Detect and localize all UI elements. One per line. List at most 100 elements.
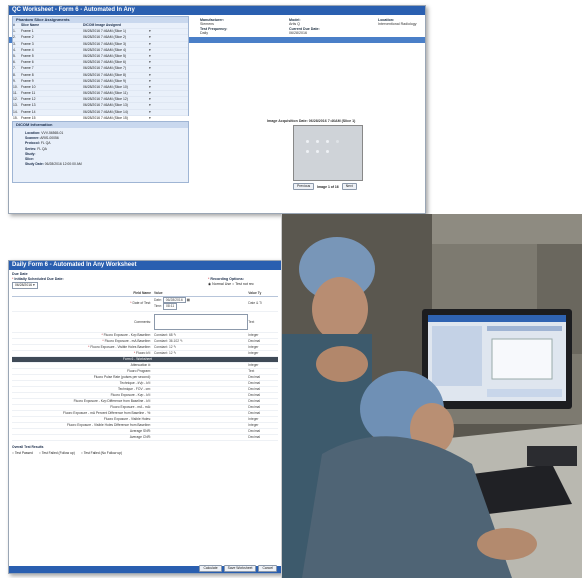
field-label: Average CNR: — [129, 434, 151, 439]
edit-icon[interactable]: ✎ — [173, 345, 177, 349]
meta-field: Location: Interventional Radiology — [378, 18, 425, 27]
save-worksheet-button[interactable]: Save Worksheet — [223, 565, 257, 572]
field-input[interactable] — [154, 399, 248, 404]
slice-number: 3. — [13, 41, 16, 46]
field-value: Constant: 12 ✎ — [154, 345, 248, 350]
dicom-value: FL QA — [40, 141, 51, 146]
slice-image-select[interactable]: 06/28/2016 7:46AM (Slice 4) — [83, 48, 149, 53]
slice-image-select[interactable]: 06/28/2016 7:46AM (Slice 2) — [83, 35, 149, 40]
cancel-button[interactable]: Cancel — [258, 565, 277, 572]
chevron-down-icon[interactable]: ▾ — [149, 91, 159, 96]
chevron-down-icon[interactable]: ▾ — [149, 54, 159, 59]
comments-label: Comments: — [134, 319, 151, 324]
col-number: # — [13, 23, 15, 27]
field-input[interactable] — [154, 381, 248, 386]
field-input[interactable] — [154, 363, 248, 368]
comments-type: Text — [248, 319, 255, 324]
constant-value: Constant: 68 — [153, 332, 173, 337]
field-type: Decimal — [248, 404, 261, 409]
due-date-select[interactable]: 06/28/2016 ▾ — [12, 282, 38, 289]
phantom-hole — [306, 150, 309, 153]
field-input[interactable] — [154, 423, 248, 428]
chevron-down-icon[interactable]: ▾ — [149, 66, 159, 71]
slice-number: 11. — [13, 91, 18, 96]
field-name: * Fluoro Exposure - mA Baseline: — [12, 339, 154, 344]
edit-icon[interactable]: ✎ — [179, 339, 183, 343]
chevron-down-icon[interactable]: ▾ — [149, 97, 159, 102]
phantom-hole — [316, 140, 319, 143]
chevron-down-icon[interactable]: ▾ — [149, 79, 159, 84]
slice-number: 10. — [13, 84, 18, 89]
field-type: Integer — [248, 362, 259, 367]
result-option[interactable]: ○ Test Failed (Follow up) — [39, 451, 75, 455]
slice-image-select[interactable]: 06/28/2016 7:46AM (Slice 1) — [83, 29, 149, 34]
rec-normal-radio[interactable]: ◉ — [208, 282, 211, 286]
field-input[interactable] — [154, 369, 248, 374]
slice-assignments-panel: Phantom Slice Assignments # Slice Name D… — [12, 16, 189, 129]
meta-value: Interventional Radiology — [378, 22, 417, 27]
slice-number: 2. — [13, 35, 16, 40]
field-input[interactable] — [154, 435, 248, 440]
next-button[interactable]: Next — [341, 183, 357, 190]
slice-image-select[interactable]: 06/28/2016 7:46AM (Slice 11) — [83, 91, 149, 96]
chevron-down-icon[interactable]: ▾ — [149, 48, 159, 53]
slice-image-select[interactable]: 06/28/2016 7:46AM (Slice 10) — [83, 85, 149, 90]
slice-image-select[interactable]: 06/28/2016 7:46AM (Slice 12) — [83, 97, 149, 102]
footer-bar: Calculate Save Worksheet Cancel — [9, 565, 281, 573]
comments-textarea[interactable] — [153, 313, 249, 330]
slice-image-select[interactable]: 06/28/2016 7:46AM (Slice 14) — [83, 110, 149, 115]
rec-fail-radio[interactable]: ○ — [232, 282, 234, 286]
edit-icon[interactable]: ✎ — [173, 351, 177, 355]
field-input[interactable] — [154, 393, 248, 398]
dicom-label: Scanner: — [25, 136, 40, 141]
field-label: Fluoro Exposure - Kvp Baseline: — [103, 332, 151, 337]
chevron-down-icon[interactable]: ▾ — [149, 35, 159, 40]
chevron-down-icon[interactable]: ▾ — [149, 29, 159, 34]
rec-label: Recording Options: — [210, 277, 244, 281]
dicom-value: 06/28/2016 12:00:00 AM — [44, 162, 82, 167]
calendar-icon[interactable]: ▦ — [187, 298, 190, 302]
field-label: Fluoro Exposure - mA Percent Difference … — [63, 410, 151, 415]
field-value: Constant: 36.102 ✎ — [154, 339, 248, 344]
field-label: Attenuation #: — [130, 362, 151, 367]
field-input[interactable] — [154, 387, 248, 392]
edit-icon[interactable]: ✎ — [173, 333, 177, 337]
slice-name: Frame 5 — [21, 53, 34, 58]
result-option[interactable]: ○ Test Failed (No Follow up) — [81, 451, 122, 455]
slice-image-select[interactable]: 06/28/2016 7:46AM (Slice 5) — [83, 54, 149, 59]
chevron-down-icon[interactable]: ▾ — [149, 60, 159, 65]
field-input[interactable] — [154, 411, 248, 416]
slice-name: Frame 14 — [21, 109, 36, 114]
slice-name: Frame 11 — [21, 91, 36, 96]
dicom-row: Study Date: 06/28/2016 12:00:00 AM — [25, 162, 188, 167]
meta-value: Daily — [200, 30, 208, 35]
chevron-down-icon[interactable]: ▾ — [149, 73, 159, 78]
slice-image-select[interactable]: 06/28/2016 7:46AM (Slice 3) — [83, 42, 149, 47]
chevron-down-icon[interactable]: ▾ — [149, 42, 159, 47]
rec-normal-label: Normal Use — [212, 282, 232, 286]
field-input[interactable] — [154, 417, 248, 422]
chevron-down-icon[interactable]: ▾ — [149, 110, 159, 115]
field-type: Decimal — [248, 428, 261, 433]
slice-image-select[interactable]: 06/28/2016 7:46AM (Slice 6) — [83, 60, 149, 65]
result-option[interactable]: ○ Test Passed — [12, 451, 33, 455]
calculate-button[interactable]: Calculate — [199, 565, 222, 572]
result-label: Test Failed (Follow up) — [41, 450, 75, 455]
slice-name: Frame 1 — [21, 29, 34, 34]
slice-image-select[interactable]: 06/28/2016 7:46AM (Slice 8) — [83, 73, 149, 78]
dicom-value: ARIS-00056 — [40, 136, 59, 141]
phantom-hole — [336, 140, 339, 143]
slice-image-select[interactable]: 06/28/2016 7:46AM (Slice 7) — [83, 66, 149, 71]
field-input[interactable] — [154, 429, 248, 434]
slice-image-select[interactable]: 06/28/2016 7:46AM (Slice 13) — [83, 103, 149, 108]
time-input[interactable]: 08:11 — [162, 303, 178, 310]
field-type: Decimal — [248, 338, 261, 343]
constant-value: Constant: 12 — [153, 344, 173, 349]
slice-image-select[interactable]: 06/28/2016 7:46AM (Slice 9) — [83, 79, 149, 84]
previous-button[interactable]: Previous — [293, 183, 315, 190]
chevron-down-icon[interactable]: ▾ — [149, 85, 159, 90]
chevron-down-icon[interactable]: ▾ — [149, 103, 159, 108]
field-input[interactable] — [154, 405, 248, 410]
field-input[interactable] — [154, 375, 248, 380]
slice-number: 14. — [13, 109, 18, 114]
